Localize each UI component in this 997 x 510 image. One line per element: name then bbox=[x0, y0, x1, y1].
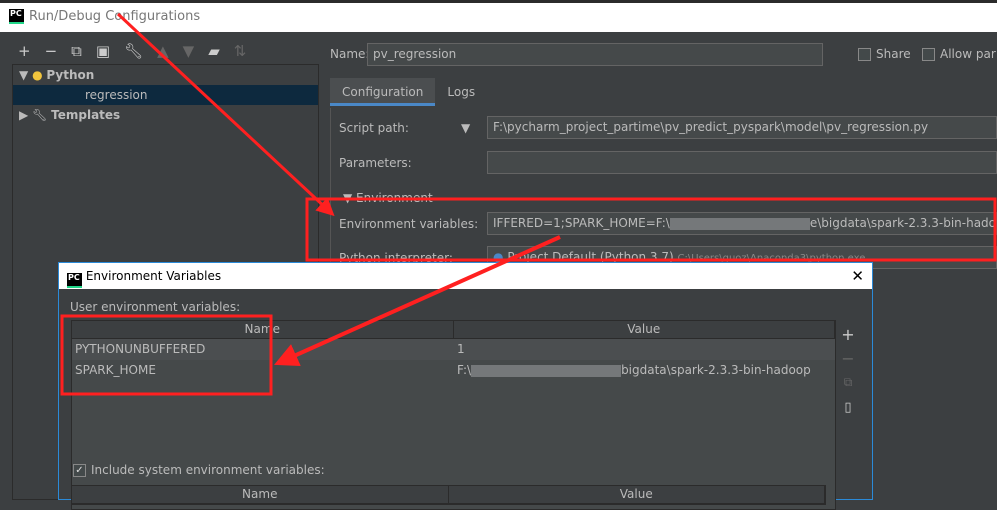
highlight-box-env-field bbox=[305, 197, 997, 262]
annotation-arrow bbox=[116, 12, 335, 217]
annotation-arrow bbox=[274, 235, 561, 367]
annotation-overlay bbox=[60, 12, 997, 396]
highlight-box-env-names bbox=[60, 314, 273, 396]
